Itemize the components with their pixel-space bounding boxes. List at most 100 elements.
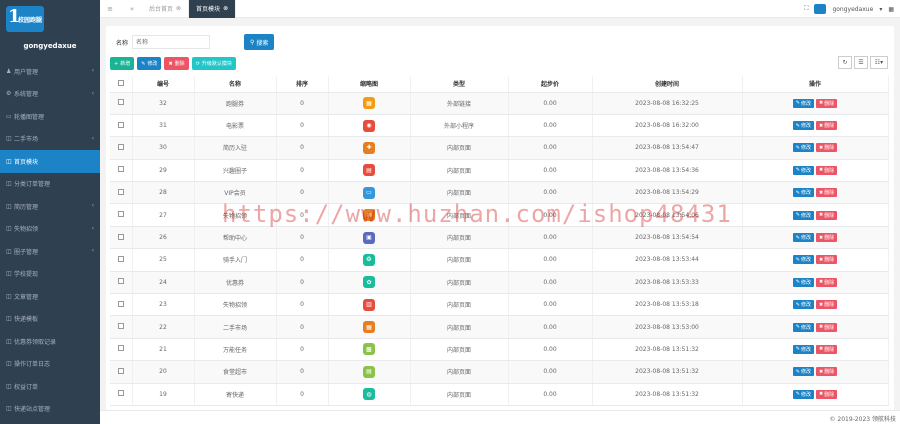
sidebar-item[interactable]: ◫ 快递模板 <box>0 308 100 331</box>
row-checkbox[interactable] <box>110 159 133 183</box>
row-delete-button[interactable]: ✖ 删除 <box>816 233 838 243</box>
header-thumbnail[interactable]: 缩略图 <box>328 76 411 93</box>
tab-home-module[interactable]: 首页模块 ⊗ <box>189 0 237 18</box>
row-delete-button[interactable]: ✖ 删除 <box>816 322 838 332</box>
table-row[interactable]: 20 食堂超市 0 ▤ 内部页面 0.00 2023-08-08 13:51:32 ✎ 修改 ✖ 删… <box>110 360 889 384</box>
sidebar-item[interactable]: ◫ 简历管理 ‹ <box>0 195 100 218</box>
select-all-checkbox[interactable] <box>110 76 133 93</box>
table-row[interactable]: 24 优惠券 0 ✿ 内部页面 0.00 2023-08-08 13:53:33 ✎ 修改 ✖ 删除 <box>110 271 889 295</box>
row-checkbox[interactable] <box>110 248 133 272</box>
row-delete-button[interactable]: ✖ 删除 <box>816 344 838 354</box>
close-icon[interactable]: ⊗ <box>223 5 228 12</box>
apps-icon[interactable]: ▦ <box>888 6 894 13</box>
refresh-table-icon[interactable]: ↻ <box>838 56 852 69</box>
row-edit-button[interactable]: ✎ 修改 <box>792 322 814 332</box>
avatar[interactable] <box>814 4 827 14</box>
header-sort[interactable]: 排序 <box>276 76 329 93</box>
header-price[interactable]: 起步价 <box>508 76 593 93</box>
sidebar-item[interactable]: ◫ 分类订单管理 <box>0 173 100 196</box>
header-id[interactable]: 编号 <box>132 76 195 93</box>
row-delete-button[interactable]: ✖ 删除 <box>816 98 838 108</box>
table-row[interactable]: 27 失物招领 0 ✉ 内部页面 0.00 2023-08-08 13:54:06 ✎ 修改 ✖ 删… <box>110 203 889 227</box>
row-edit-button[interactable]: ✎ 修改 <box>792 188 814 198</box>
tab-back-icon[interactable]: « <box>126 5 138 13</box>
sidebar-item[interactable]: ♟ 用户管理 ‹ <box>0 60 100 83</box>
sidebar-item[interactable]: ◫ 快递站点管理 <box>0 398 100 421</box>
row-checkbox[interactable] <box>110 203 133 227</box>
row-checkbox[interactable] <box>110 338 133 362</box>
row-edit-button[interactable]: ✎ 修改 <box>792 210 814 220</box>
sidebar-item[interactable]: ⚙ 系统管理 ‹ <box>0 83 100 106</box>
table-row[interactable]: 29 兴趣圈子 0 ▤ 内部页面 0.00 2023-08-08 13:54:36 ✎ 修改 ✖ 删… <box>110 159 889 183</box>
delete-button[interactable]: ✖ 删除 <box>164 57 189 70</box>
table-row[interactable]: 32 跑腿券 0 ▦ 外部链接 0.00 2023-08-08 16:32:25 ✎ 修改 ✖ 删除 <box>110 92 889 115</box>
row-delete-button[interactable]: ✖ 删除 <box>816 277 838 287</box>
columns-icon[interactable]: ☷▾ <box>870 56 888 69</box>
row-edit-button[interactable]: ✎ 修改 <box>792 277 814 287</box>
row-edit-button[interactable]: ✎ 修改 <box>792 98 814 108</box>
sidebar-item[interactable]: ◫ 首页模块 <box>0 150 100 173</box>
chevron-down-icon[interactable]: ▾ <box>879 6 882 13</box>
table-row[interactable]: 31 电影票 0 ◉ 外部小程序 0.00 2023-08-08 16:32:00 ✎ 修改 ✖ 删… <box>110 114 889 138</box>
sidebar-item[interactable]: ▭ 轮播图管理 <box>0 105 100 128</box>
sidebar-item[interactable]: ◫ 优惠券领取记录 <box>0 330 100 353</box>
top-user-name[interactable]: gongyedaxue <box>832 6 873 13</box>
row-edit-button[interactable]: ✎ 修改 <box>792 344 814 354</box>
menu-toggle-icon[interactable]: ≡ <box>104 5 116 13</box>
upgrade-modules-button[interactable]: ⟳ 升级默认模块 <box>191 57 236 70</box>
toggle-view-icon[interactable]: ☰ <box>854 56 868 69</box>
sidebar-item[interactable]: ◫ 圈子管理 ‹ <box>0 240 100 263</box>
table-row[interactable]: 21 万能任务 0 ▩ 内部页面 0.00 2023-08-08 13:51:32 ✎ 修改 ✖ 删… <box>110 338 889 362</box>
row-checkbox[interactable] <box>110 92 133 115</box>
row-checkbox[interactable] <box>110 181 133 205</box>
row-edit-button[interactable]: ✎ 修改 <box>792 300 814 310</box>
sidebar-item[interactable]: ◫ 操作订单日志 <box>0 353 100 376</box>
sidebar-item[interactable]: ◫ 学校提现 <box>0 263 100 286</box>
row-checkbox[interactable] <box>110 315 133 339</box>
sidebar-item[interactable]: ◫ 文章管理 <box>0 285 100 308</box>
row-edit-button[interactable]: ✎ 修改 <box>792 121 814 131</box>
fullscreen-icon[interactable]: ⛶ <box>804 5 808 13</box>
add-button[interactable]: + 新增 <box>110 57 135 70</box>
table-row[interactable]: 26 帮助中心 0 ▣ 内部页面 0.00 2023-08-08 13:54:54 ✎ 修改 ✖ 删… <box>110 226 889 250</box>
table-row[interactable]: 23 失物招领 0 ▥ 内部页面 0.00 2023-08-08 13:53:18 ✎ 修改 ✖ 删… <box>110 293 889 317</box>
row-delete-button[interactable]: ✖ 删除 <box>816 210 838 220</box>
row-checkbox[interactable] <box>110 114 133 138</box>
search-button[interactable]: ⚲ 搜索 <box>244 34 275 50</box>
sidebar-item[interactable]: ◫ 二手市场 ‹ <box>0 128 100 151</box>
edit-button[interactable]: ✎ 修改 <box>137 57 162 70</box>
sidebar-item[interactable]: ◫ 权益订单 <box>0 375 100 398</box>
row-edit-button[interactable]: ✎ 修改 <box>792 367 814 377</box>
row-delete-button[interactable]: ✖ 删除 <box>816 255 838 265</box>
row-edit-button[interactable]: ✎ 修改 <box>792 165 814 175</box>
close-icon[interactable]: ⊗ <box>176 5 181 12</box>
row-edit-button[interactable]: ✎ 修改 <box>792 255 814 265</box>
tab-home[interactable]: 后台首页 ⊗ <box>142 0 190 18</box>
header-name[interactable]: 名称 <box>194 76 277 93</box>
row-edit-button[interactable]: ✎ 修改 <box>792 233 814 243</box>
row-checkbox[interactable] <box>110 271 133 295</box>
table-row[interactable]: 25 骑手入门 0 ❂ 内部页面 0.00 2023-08-08 13:53:44 ✎ 修改 ✖ 删… <box>110 248 889 272</box>
table-row[interactable]: 30 简历入驻 0 ✚ 内部页面 0.00 2023-08-08 13:54:47 ✎ 修改 ✖ 删… <box>110 136 889 160</box>
row-checkbox[interactable] <box>110 360 133 384</box>
row-checkbox[interactable] <box>110 293 133 317</box>
row-edit-button[interactable]: ✎ 修改 <box>792 389 814 399</box>
row-edit-button[interactable]: ✎ 修改 <box>792 143 814 153</box>
row-checkbox[interactable] <box>110 136 133 160</box>
row-checkbox[interactable] <box>110 226 133 250</box>
row-checkbox[interactable] <box>110 383 133 406</box>
table-row[interactable]: 19 寄快递 0 ◍ 内部页面 0.00 2023-08-08 13:51:32 ✎ 修改 ✖ 删除 <box>110 383 889 406</box>
row-delete-button[interactable]: ✖ 删除 <box>816 165 838 175</box>
row-delete-button[interactable]: ✖ 删除 <box>816 143 838 153</box>
table-row[interactable]: 22 二手市场 0 ▦ 内部页面 0.00 2023-08-08 13:53:00 ✎ 修改 ✖ 删… <box>110 315 889 339</box>
sidebar-item[interactable]: ◫ 失物招领 ‹ <box>0 218 100 241</box>
row-delete-button[interactable]: ✖ 删除 <box>816 300 838 310</box>
row-delete-button[interactable]: ✖ 删除 <box>816 367 838 377</box>
header-created-time[interactable]: 创建时间 <box>592 76 743 93</box>
table-row[interactable]: 28 VIP会员 0 ▭ 内部页面 0.00 2023-08-08 13:54:29 ✎ 修改 ✖… <box>110 181 889 205</box>
row-delete-button[interactable]: ✖ 删除 <box>816 389 838 399</box>
search-input[interactable] <box>132 35 211 49</box>
row-delete-button[interactable]: ✖ 删除 <box>816 121 838 131</box>
header-type[interactable]: 类型 <box>410 76 509 93</box>
row-delete-button[interactable]: ✖ 删除 <box>816 188 838 198</box>
